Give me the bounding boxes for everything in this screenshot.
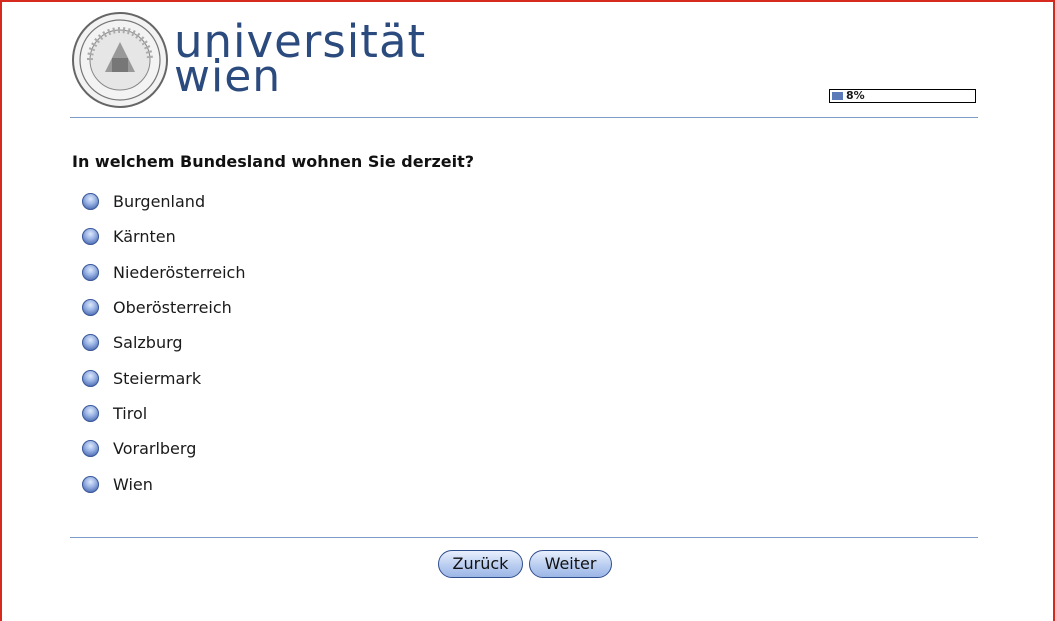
top-divider [70,117,978,118]
back-button[interactable]: Zurück [438,550,523,578]
option-label: Steiermark [113,368,202,388]
option-tirol[interactable]: Tirol [82,396,245,431]
option-label: Niederösterreich [113,262,246,282]
progress-bar: 8% [829,89,976,103]
option-label: Tirol [113,403,148,423]
radio-button[interactable] [82,299,99,317]
radio-button[interactable] [82,404,99,422]
option-wien[interactable]: Wien [82,466,245,501]
question-title: In welchem Bundesland wohnen Sie derzeit… [72,152,475,171]
option-label: Kärnten [113,227,176,247]
option-salzburg[interactable]: Salzburg [82,325,245,360]
answer-options: Burgenland Kärnten Niederösterreich Ober… [82,184,245,502]
option-kaernten[interactable]: Kärnten [82,219,245,254]
university-seal-icon [72,12,168,108]
option-niederoesterreich[interactable]: Niederösterreich [82,255,245,290]
radio-button[interactable] [82,228,99,246]
next-button[interactable]: Weiter [529,550,612,578]
option-label: Vorarlberg [113,439,197,459]
radio-button[interactable] [82,475,99,493]
option-burgenland[interactable]: Burgenland [82,184,245,219]
radio-button[interactable] [82,193,99,211]
option-label: Oberösterreich [113,298,232,318]
radio-button[interactable] [82,440,99,458]
option-oberoesterreich[interactable]: Oberösterreich [82,290,245,325]
option-vorarlberg[interactable]: Vorarlberg [82,431,245,466]
radio-button[interactable] [82,263,99,281]
option-label: Wien [113,474,153,494]
radio-button[interactable] [82,369,99,387]
progress-label: 8% [846,89,865,102]
option-label: Salzburg [113,333,183,353]
progress-fill [832,92,843,100]
radio-button[interactable] [82,334,99,352]
option-label: Burgenland [113,192,206,212]
brand-subtitle: wien [174,51,282,102]
bottom-divider [70,537,978,538]
option-steiermark[interactable]: Steiermark [82,360,245,395]
university-logo: universität wien [70,10,430,110]
